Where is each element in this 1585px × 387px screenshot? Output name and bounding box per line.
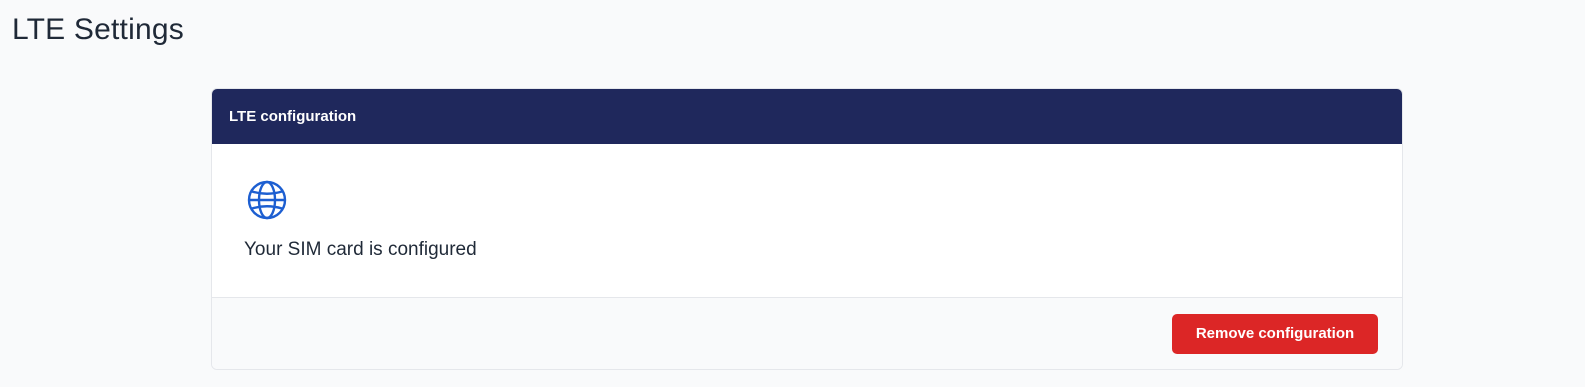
sim-status-message: Your SIM card is configured xyxy=(244,239,477,260)
globe-icon xyxy=(247,180,287,220)
card-header: LTE configuration xyxy=(212,89,1402,144)
remove-configuration-button[interactable]: Remove configuration xyxy=(1172,313,1378,354)
lte-configuration-card: LTE configuration Your SIM card is confi… xyxy=(211,88,1403,370)
card-footer: Remove configuration xyxy=(212,298,1402,369)
card-header-title: LTE configuration xyxy=(229,108,357,125)
card-body: Your SIM card is configured xyxy=(212,144,1402,298)
page-title: LTE Settings xyxy=(12,13,184,46)
